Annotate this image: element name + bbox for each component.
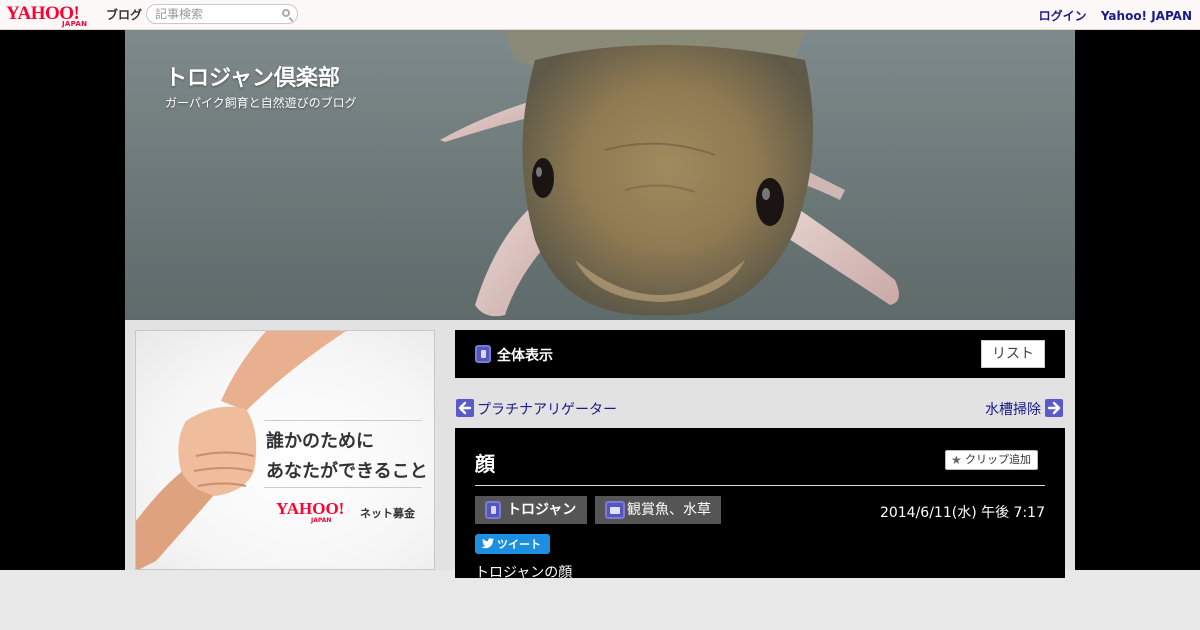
author-tag[interactable]: トロジャン (475, 496, 587, 524)
prev-article-title: プラチナアリゲーター (477, 402, 617, 418)
book-icon (475, 345, 491, 363)
arrow-right-icon (1045, 399, 1063, 417)
category-name: 観賞魚、水草 (627, 502, 711, 518)
page-stage: トロジャン倶楽部 ガーパイク飼育と自然遊びのブログ 誰かのために あなたができる… (0, 30, 1200, 581)
ad-yahoo-logo-sub: JAPAN (311, 517, 332, 524)
twitter-bird-icon (481, 538, 494, 549)
ad-headline-1: 誰かのために (266, 431, 374, 452)
search-icon[interactable] (282, 9, 290, 17)
top-bar: YAHOO! JAPAN ブログ ログイン Yahoo! JAPAN (0, 0, 1200, 30)
clip-add-label: クリップ追加 (965, 453, 1031, 466)
content-area: 誰かのために あなたができること YAHOO! JAPAN ネット募金 全体表示… (125, 320, 1075, 581)
ad-divider (264, 420, 422, 421)
yahoo-logo-sub: JAPAN (62, 20, 88, 28)
blog-header-banner: トロジャン倶楽部 ガーパイク飼育と自然遊びのブログ (125, 30, 1075, 320)
article-title[interactable]: 顔 (475, 448, 495, 477)
tweet-label: ツイート (497, 538, 541, 551)
author-name: トロジャン (507, 502, 577, 518)
ad-service-label: ネット募金 (360, 507, 415, 520)
folder-icon (605, 501, 625, 519)
search-input[interactable] (155, 7, 275, 21)
star-icon: ★ (951, 453, 962, 467)
article-pager: プラチナアリゲーター 水槽掃除 (455, 398, 1065, 418)
ad-yahoo-logo: YAHOO! (276, 499, 345, 518)
article-date: 2014/6/11(水) 午後 7:17 (879, 505, 1045, 521)
yahoo-japan-link[interactable]: Yahoo! JAPAN (1101, 9, 1192, 23)
arrow-left-icon (456, 399, 474, 417)
main-column: 全体表示 リスト プラチナアリゲーター 水槽掃除 顔 ★ クリップ追加 トロジャ… (455, 330, 1065, 581)
article-divider (475, 485, 1045, 486)
book-icon (485, 501, 501, 519)
next-article-title: 水槽掃除 (985, 402, 1041, 418)
article: 顔 ★ クリップ追加 トロジャン 観賞魚、水草 2014/6/11(水) 午後 … (455, 428, 1065, 581)
tweet-button[interactable]: ツイート (475, 534, 550, 554)
blog-title[interactable]: トロジャン倶楽部 (165, 60, 340, 92)
donation-ad[interactable]: 誰かのために あなたができること YAHOO! JAPAN ネット募金 (135, 330, 435, 570)
article-excerpt: トロジャンの顔 (475, 565, 573, 581)
category-tag[interactable]: 観賞魚、水草 (595, 496, 721, 524)
search-box (146, 4, 298, 24)
all-view-bar: 全体表示 リスト (455, 330, 1065, 378)
blog-service-label: ブログ (106, 8, 143, 22)
ad-divider (264, 487, 422, 488)
ad-headline-2: あなたができること (266, 461, 428, 482)
list-button[interactable]: リスト (981, 340, 1045, 368)
all-view-label[interactable]: 全体表示 (497, 345, 553, 365)
login-link[interactable]: ログイン (1039, 9, 1087, 23)
clip-add-button[interactable]: ★ クリップ追加 (945, 450, 1038, 470)
blog-subtitle: ガーパイク飼育と自然遊びのブログ (165, 96, 357, 110)
fish-header-image (440, 30, 899, 317)
top-links: ログイン Yahoo! JAPAN (1029, 7, 1192, 24)
